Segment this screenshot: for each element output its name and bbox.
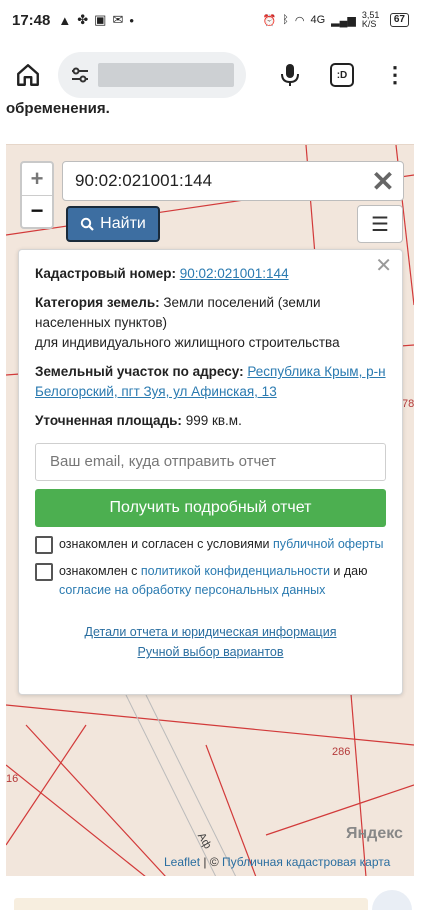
email-field[interactable]: Ваш email, куда отправить отчет bbox=[35, 443, 386, 481]
public-offer-link[interactable]: публичной оферты bbox=[273, 537, 383, 551]
parcel-info-popup: ✕ Кадастровый номер: 90:02:021001:144 Ка… bbox=[18, 249, 403, 695]
status-bar: 17:48 ▲ ✤ ▣ ✉ • ⏰ ᛒ ◠ 4G ▂▄▆ 3,51 K/S 67 bbox=[0, 0, 421, 40]
privacy-consent-row: ознакомлен с политикой конфиденциальност… bbox=[35, 562, 386, 600]
cadastral-map[interactable]: 78 286 16 Аф + − 90:02:021001:144 ✕ Найт… bbox=[6, 144, 414, 876]
mail-icon: ✉ bbox=[112, 12, 124, 27]
microphone-icon bbox=[281, 64, 299, 86]
address-row: Земельный участок по адресу: Республика … bbox=[35, 364, 386, 399]
bottom-banner bbox=[14, 898, 368, 910]
popup-links: Детали отчета и юридическая информация Р… bbox=[35, 622, 386, 662]
manual-selection-link[interactable]: Ручной выбор вариантов bbox=[35, 642, 386, 662]
status-time: 17:48 bbox=[12, 11, 51, 29]
home-button[interactable] bbox=[10, 57, 46, 93]
popup-close-icon[interactable]: ✕ bbox=[375, 256, 392, 276]
find-button-label: Найти bbox=[100, 215, 146, 232]
plot-number-78: 78 bbox=[402, 398, 414, 410]
yandex-logo: Яндекс bbox=[346, 825, 403, 842]
alert-icon: ▲ bbox=[58, 12, 72, 28]
data-processing-consent-link[interactable]: согласие на обработку персональных данны… bbox=[59, 583, 325, 597]
clear-search-icon[interactable]: ✕ bbox=[363, 165, 403, 198]
plot-number-286: 286 bbox=[332, 746, 351, 758]
voice-search-button[interactable] bbox=[272, 57, 308, 93]
signal-icon: ▂▄▆ bbox=[331, 14, 356, 27]
zoom-out-button[interactable]: − bbox=[22, 194, 52, 228]
cadastral-number-link[interactable]: 90:02:021001:144 bbox=[180, 266, 289, 281]
browser-menu-icon[interactable]: ⋮ bbox=[384, 64, 406, 86]
public-cadastral-map-link[interactable]: Публичная кадастровая карта bbox=[222, 855, 390, 869]
wifi-icon: ◠ bbox=[294, 14, 305, 27]
url-text-redacted bbox=[98, 63, 234, 87]
offer-consent-row: ознакомлен и согласен с условиями публич… bbox=[35, 535, 386, 554]
privacy-policy-link[interactable]: политикой конфиденциальности bbox=[141, 564, 330, 578]
url-bar[interactable] bbox=[58, 52, 246, 98]
zoom-in-button[interactable]: + bbox=[22, 163, 52, 195]
offer-consent-checkbox[interactable] bbox=[35, 536, 53, 554]
privacy-consent-checkbox[interactable] bbox=[35, 563, 53, 581]
results-list-button[interactable]: ☰ bbox=[357, 205, 403, 243]
network-label: 4G bbox=[310, 14, 326, 26]
plot-number-16: 16 bbox=[6, 773, 19, 785]
search-input-value: 90:02:021001:144 bbox=[75, 171, 213, 190]
cadastral-search-input[interactable]: 90:02:021001:144 ✕ bbox=[62, 161, 404, 201]
speed-label: 3,51 K/S bbox=[361, 10, 380, 29]
report-details-link[interactable]: Детали отчета и юридическая информация bbox=[35, 622, 386, 642]
bluetooth-icon: ᛒ bbox=[282, 14, 289, 26]
map-attribution: Leaflet | © Публичная кадастровая карта bbox=[164, 855, 391, 869]
tabs-button[interactable]: :D bbox=[330, 63, 354, 87]
list-icon: ☰ bbox=[371, 213, 389, 236]
site-settings-icon[interactable] bbox=[70, 65, 90, 85]
search-icon bbox=[80, 217, 94, 231]
area-row: Уточненная площадь: 999 кв.м. bbox=[35, 413, 242, 428]
battery-icon: 67 bbox=[389, 13, 409, 27]
home-icon bbox=[17, 64, 39, 86]
alarm-icon: ⏰ bbox=[262, 14, 277, 27]
leaflet-link[interactable]: Leaflet bbox=[164, 855, 200, 869]
page-heading: обременения. bbox=[6, 100, 110, 117]
apps-icon: ✤ bbox=[77, 12, 89, 27]
find-button[interactable]: Найти bbox=[66, 206, 160, 242]
get-report-button[interactable]: Получить подробный отчет bbox=[35, 489, 386, 527]
dot-icon: • bbox=[129, 12, 134, 28]
image-icon: ▣ bbox=[94, 12, 107, 27]
land-category-row: Категория земель: Земли поселений (земли… bbox=[35, 295, 340, 350]
cadastral-number-row: Кадастровый номер: 90:02:021001:144 bbox=[35, 266, 289, 281]
zoom-control: + − bbox=[20, 161, 54, 229]
